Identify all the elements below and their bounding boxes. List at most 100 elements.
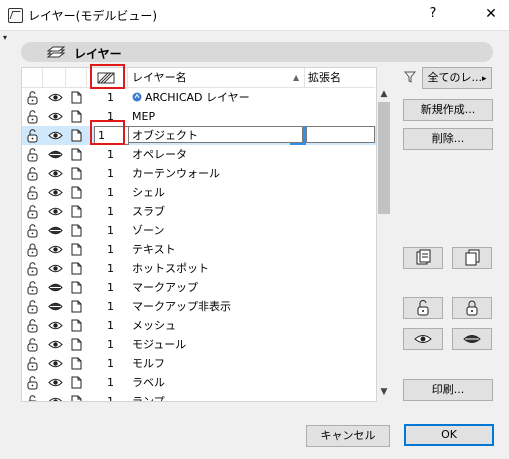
layer-row[interactable]: 1 シェル xyxy=(22,183,376,202)
intersection-number[interactable]: 1 xyxy=(107,259,114,278)
filter-dropdown[interactable]: 全てのレ...▸ xyxy=(422,67,492,89)
intersection-number[interactable]: 1 xyxy=(107,278,114,297)
eye-closed-icon[interactable] xyxy=(48,223,63,238)
unlock-icon[interactable] xyxy=(25,356,40,371)
layer-row[interactable]: 1 カーテンウォール xyxy=(22,164,376,183)
eye-open-icon[interactable] xyxy=(48,394,63,402)
unlock-icon[interactable] xyxy=(25,109,40,124)
print-button[interactable]: 印刷... xyxy=(403,379,493,401)
lock-column-header[interactable] xyxy=(22,68,43,88)
unlock-icon[interactable] xyxy=(25,299,40,314)
layer-row[interactable]: 1 MEP xyxy=(22,107,376,126)
show-all-button[interactable] xyxy=(403,328,443,350)
layer-row[interactable]: 1 スラブ xyxy=(22,202,376,221)
wireframe-icon[interactable] xyxy=(69,375,84,390)
unlock-icon[interactable] xyxy=(25,280,40,295)
layer-name[interactable]: MEP xyxy=(132,107,155,126)
unlock-icon[interactable] xyxy=(25,375,40,390)
wireframe-icon[interactable] xyxy=(69,109,84,124)
layer-name[interactable]: カーテンウォール xyxy=(132,164,220,183)
layer-name[interactable]: ラベル xyxy=(132,373,165,392)
extension-field[interactable] xyxy=(306,126,375,143)
eye-open-icon[interactable] xyxy=(48,356,63,371)
eye-open-icon[interactable] xyxy=(48,166,63,181)
stack-layers-button[interactable] xyxy=(403,247,443,269)
wireframe-icon[interactable] xyxy=(69,166,84,181)
wireframe-icon[interactable] xyxy=(69,147,84,162)
intersection-number[interactable]: 1 xyxy=(107,316,114,335)
unlock-icon[interactable] xyxy=(25,337,40,352)
layer-row[interactable]: 1 モジュール xyxy=(22,335,376,354)
layer-name[interactable]: シェル xyxy=(132,183,165,202)
layer-row[interactable]: 1 マークアップ非表示 xyxy=(22,297,376,316)
layer-name[interactable]: マークアップ非表示 xyxy=(132,297,231,316)
layer-list[interactable]: レイヤー名 ▲ 拡張名 1 ARCHICAD レイヤー 1 MEP 1 オブジェクト 1 オペ… xyxy=(21,67,377,402)
layer-row[interactable]: 1 ARCHICAD レイヤー xyxy=(22,88,376,107)
layer-row[interactable]: 1 ラベル xyxy=(22,373,376,392)
wireframe-icon[interactable] xyxy=(69,261,84,276)
ok-button[interactable]: OK xyxy=(404,424,494,446)
layer-row[interactable]: 1 オブジェクト xyxy=(22,126,376,145)
collapse-arrow-icon[interactable]: ▾ xyxy=(3,33,7,42)
unlock-icon[interactable] xyxy=(25,128,40,143)
layer-name[interactable]: モルフ xyxy=(132,354,165,373)
intersection-number[interactable]: 1 xyxy=(107,297,114,316)
layer-name[interactable]: ホットスポット xyxy=(132,259,209,278)
layer-name[interactable]: モジュール xyxy=(132,335,186,354)
layer-row[interactable]: 1 テキスト xyxy=(22,240,376,259)
eye-open-icon[interactable] xyxy=(48,242,63,257)
layer-name[interactable]: スラブ xyxy=(132,202,165,221)
wireframe-icon[interactable] xyxy=(69,223,84,238)
layer-name-column-header[interactable]: レイヤー名 ▲ xyxy=(128,68,305,88)
layer-name[interactable]: ゾーン xyxy=(132,221,164,240)
layer-name[interactable]: ARCHICAD レイヤー xyxy=(132,88,250,107)
lock-all-button[interactable] xyxy=(452,297,492,319)
eye-open-icon[interactable] xyxy=(48,261,63,276)
unlock-icon[interactable] xyxy=(25,204,40,219)
new-layer-button[interactable]: 新規作成... xyxy=(403,99,493,121)
unlock-icon[interactable] xyxy=(25,318,40,333)
eye-closed-icon[interactable] xyxy=(48,147,63,162)
layer-row[interactable]: 1 ゾーン xyxy=(22,221,376,240)
layer-row[interactable]: 1 メッシュ xyxy=(22,316,376,335)
intersection-number[interactable]: 1 xyxy=(107,373,114,392)
eye-open-icon[interactable] xyxy=(48,128,63,143)
layer-name[interactable]: メッシュ xyxy=(132,316,176,335)
wireframe-icon[interactable] xyxy=(69,318,84,333)
wireframe-icon[interactable] xyxy=(69,185,84,200)
eye-open-icon[interactable] xyxy=(48,90,63,105)
cancel-button[interactable]: キャンセル xyxy=(306,425,390,447)
intersection-number[interactable]: 1 xyxy=(107,88,114,107)
visibility-column-header[interactable] xyxy=(43,68,66,88)
intersection-number[interactable]: 1 xyxy=(107,202,114,221)
unlock-icon[interactable] xyxy=(25,394,40,402)
help-button[interactable]: ? xyxy=(418,4,448,24)
eye-closed-icon[interactable] xyxy=(48,280,63,295)
wireframe-icon[interactable] xyxy=(69,337,84,352)
extension-column-header[interactable]: 拡張名 xyxy=(305,68,375,88)
unlock-icon[interactable] xyxy=(25,90,40,105)
layer-name[interactable]: オブジェクト xyxy=(128,126,303,143)
intersection-number[interactable]: 1 xyxy=(107,240,114,259)
layer-row[interactable]: 1 モルフ xyxy=(22,354,376,373)
eye-open-icon[interactable] xyxy=(48,109,63,124)
wireframe-icon[interactable] xyxy=(69,356,84,371)
eye-closed-icon[interactable] xyxy=(48,299,63,314)
layer-row[interactable]: 1 オペレータ xyxy=(22,145,376,164)
wireframe-icon[interactable] xyxy=(69,394,84,402)
wireframe-icon[interactable] xyxy=(69,128,84,143)
unlock-all-button[interactable] xyxy=(403,297,443,319)
intersection-number[interactable]: 1 xyxy=(107,335,114,354)
eye-open-icon[interactable] xyxy=(48,375,63,390)
delete-layer-button[interactable]: 削除... xyxy=(403,128,493,150)
unlock-icon[interactable] xyxy=(25,223,40,238)
eye-open-icon[interactable] xyxy=(48,337,63,352)
layer-row[interactable]: 1 マークアップ xyxy=(22,278,376,297)
intersection-number[interactable]: 1 xyxy=(107,392,114,401)
unlock-icon[interactable] xyxy=(25,166,40,181)
eye-open-icon[interactable] xyxy=(48,185,63,200)
wireframe-icon[interactable] xyxy=(69,204,84,219)
scroll-down-arrow[interactable]: ▼ xyxy=(377,385,391,399)
layer-row[interactable]: 1 ランプ xyxy=(22,392,376,402)
close-button[interactable]: ✕ xyxy=(476,4,506,24)
